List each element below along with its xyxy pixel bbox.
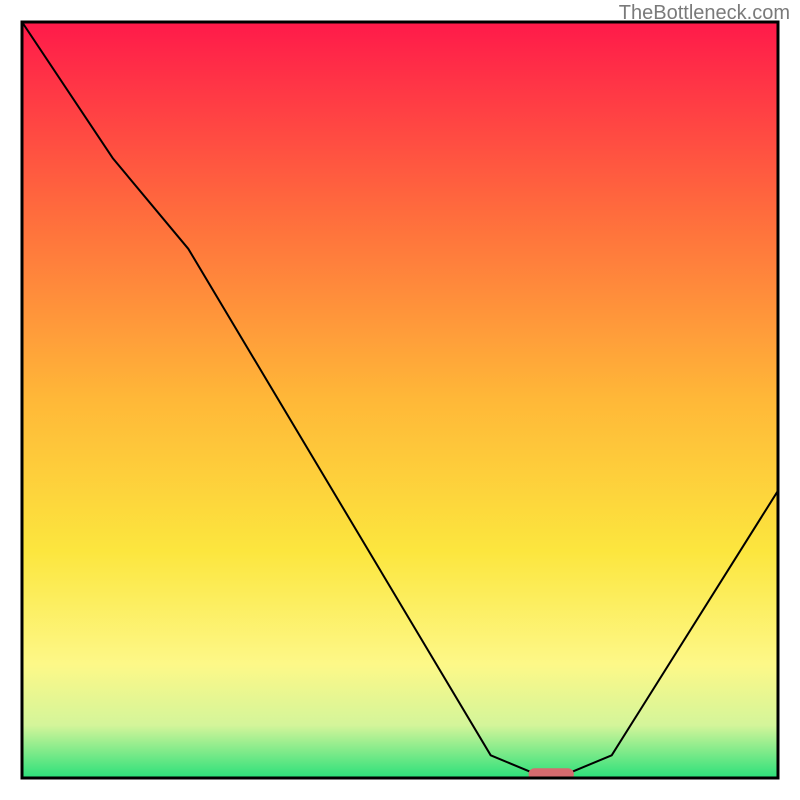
watermark-text: TheBottleneck.com [619,2,790,25]
chart-svg [0,0,800,800]
chart-container: { "watermark": "TheBottleneck.com", "cha… [0,0,800,800]
plot-background [22,22,778,778]
